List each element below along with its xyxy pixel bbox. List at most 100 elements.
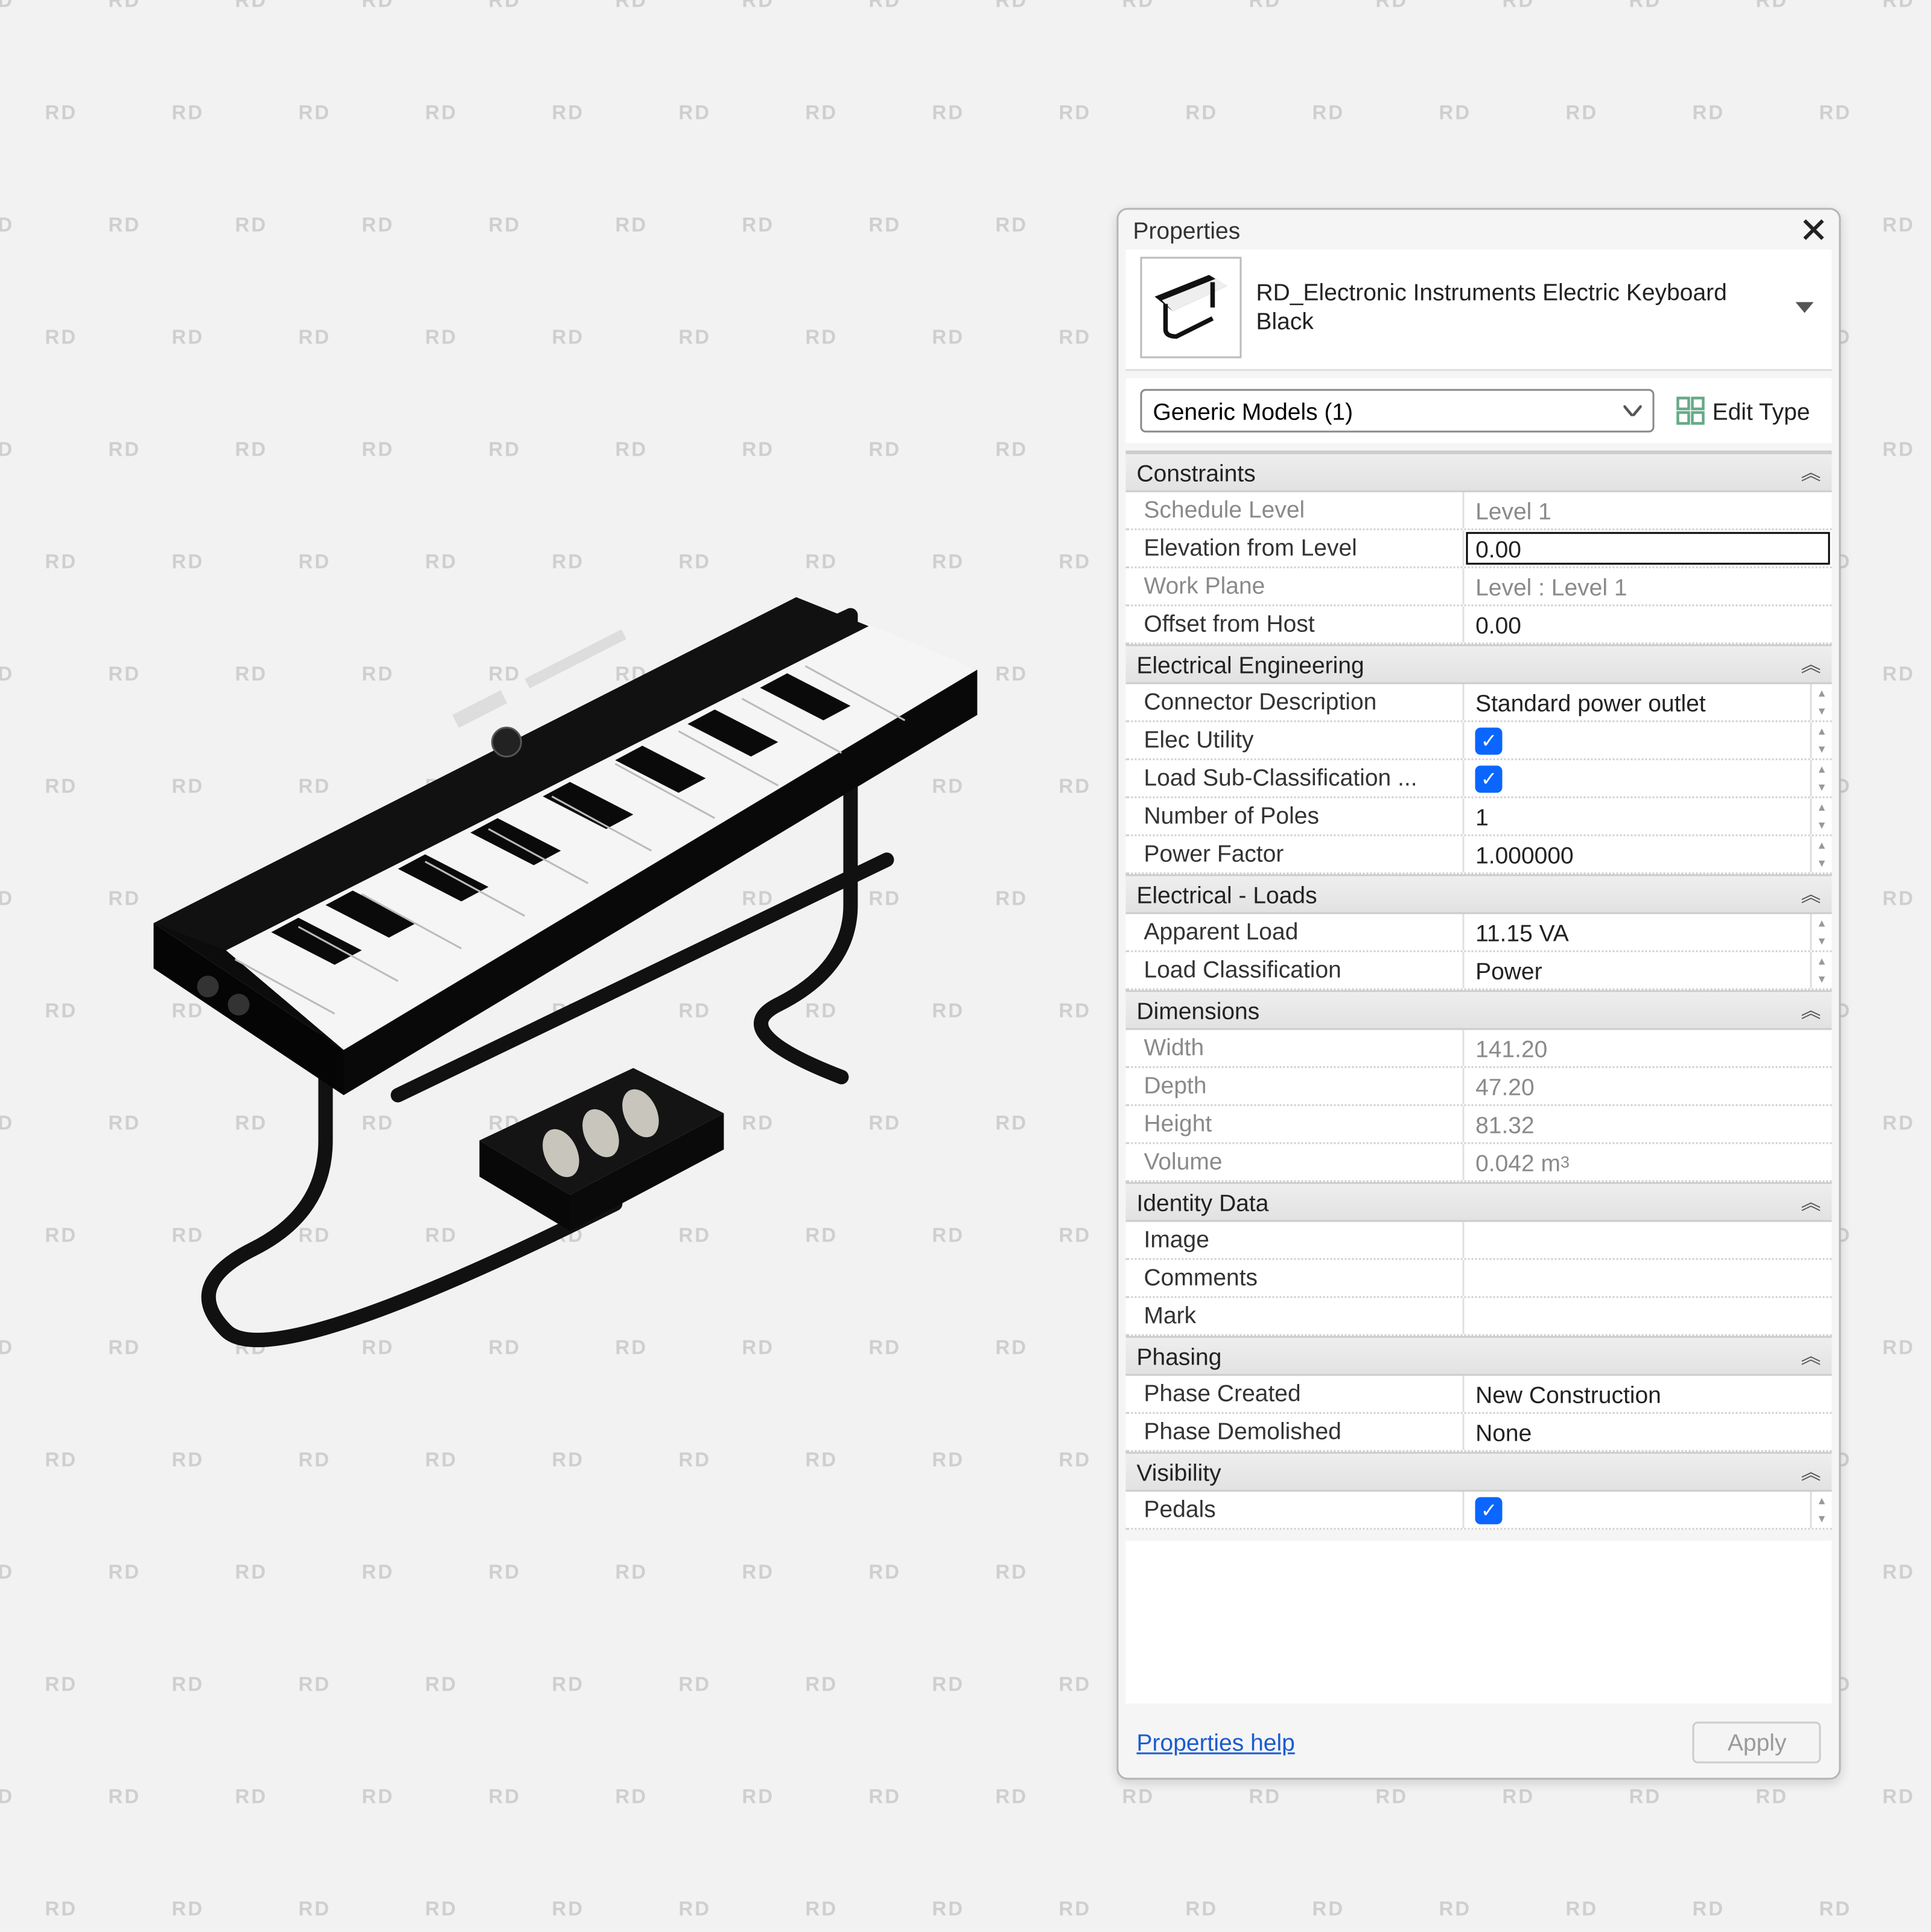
property-label: Work Plane — [1126, 569, 1465, 605]
property-checkbox-cell[interactable]: ✓ — [1465, 722, 1810, 759]
group-header[interactable]: Visibility︽ — [1126, 1452, 1832, 1492]
property-row: Image — [1126, 1222, 1832, 1260]
property-checkbox-cell[interactable]: ✓ — [1465, 760, 1810, 797]
apply-button[interactable]: Apply — [1693, 1722, 1821, 1764]
family-thumbnail — [1140, 257, 1242, 359]
property-row: Power Factor1.000000▴▾ — [1126, 837, 1832, 875]
property-row: Apparent Load11.15 VA▴▾ — [1126, 914, 1832, 952]
viewport: RDRDRDRDRDRDRDRDRDRDRDRDRDRDRDRDRDRDRDRD… — [0, 0, 1931, 1932]
property-value[interactable]: New Construction — [1465, 1376, 1831, 1412]
property-value[interactable]: Power — [1465, 952, 1810, 989]
spinner-control[interactable]: ▴▾ — [1810, 952, 1832, 989]
property-checkbox-cell[interactable]: ✓ — [1465, 1492, 1810, 1528]
property-label: Offset from Host — [1126, 607, 1465, 643]
collapse-icon: ︽ — [1801, 996, 1821, 1025]
collapse-icon: ︽ — [1801, 1458, 1821, 1487]
property-label: Height — [1126, 1106, 1465, 1143]
spinner-control[interactable]: ▴▾ — [1810, 684, 1832, 721]
property-label: Comments — [1126, 1260, 1465, 1296]
property-value[interactable]: 0.00 — [1465, 607, 1831, 643]
group-title: Electrical Engineering — [1137, 651, 1364, 678]
checkbox-checked-icon[interactable]: ✓ — [1475, 727, 1503, 754]
property-row: Connector DescriptionStandard power outl… — [1126, 684, 1832, 722]
property-value[interactable] — [1465, 1298, 1831, 1334]
edit-type-icon — [1676, 397, 1705, 426]
property-label: Connector Description — [1126, 684, 1465, 721]
property-grid: Constraints ︽ Schedule LevelLevel 1Elevati… — [1126, 451, 1832, 1530]
property-label: Schedule Level — [1126, 493, 1465, 529]
property-label: Volume — [1126, 1144, 1465, 1181]
chevron-down-icon — [1624, 406, 1642, 416]
property-value[interactable] — [1465, 1222, 1831, 1258]
property-label: Load Classification — [1126, 952, 1465, 989]
property-label: Depth — [1126, 1068, 1465, 1105]
property-value: 47.20 — [1465, 1068, 1831, 1105]
panel-empty-area — [1126, 1541, 1832, 1704]
group-title: Phasing — [1137, 1342, 1222, 1369]
property-row: Mark — [1126, 1298, 1832, 1336]
group-title: Dimensions — [1137, 996, 1260, 1024]
property-value[interactable]: None — [1465, 1414, 1831, 1450]
property-value: Level : Level 1 — [1465, 569, 1831, 605]
panel-bottom-bar: Properties help Apply — [1119, 1711, 1839, 1778]
spinner-control[interactable]: ▴▾ — [1810, 722, 1832, 759]
group-header[interactable]: Dimensions ︽ — [1126, 990, 1832, 1030]
family-dropdown-icon[interactable] — [1792, 295, 1818, 320]
property-label: Image — [1126, 1222, 1465, 1258]
property-row: Schedule LevelLevel 1 — [1126, 493, 1832, 531]
group-title: Constraints — [1137, 459, 1256, 486]
collapse-icon: ︽ — [1801, 1188, 1821, 1217]
instance-selector-row: Generic Models (1) Edit Type — [1126, 378, 1832, 444]
group-header[interactable]: Identity Data︽ — [1126, 1182, 1832, 1222]
property-row: Comments — [1126, 1260, 1832, 1298]
family-type-header[interactable]: RD_Electronic Instruments Electric Keybo… — [1126, 250, 1832, 371]
property-value[interactable] — [1465, 1260, 1831, 1296]
panel-titlebar[interactable]: Properties — [1119, 210, 1839, 250]
spinner-control[interactable]: ▴▾ — [1810, 799, 1832, 835]
group-header[interactable]: Electrical - Loads︽ — [1126, 875, 1832, 914]
property-value[interactable]: 1 — [1465, 799, 1810, 835]
collapse-icon: ︽ — [1801, 458, 1821, 487]
family-name: RD_Electronic Instruments Electric Keybo… — [1256, 278, 1778, 308]
property-row: Phase CreatedNew Construction — [1126, 1376, 1832, 1414]
model-preview-keyboard — [127, 543, 996, 1376]
property-value: 141.20 — [1465, 1030, 1831, 1066]
property-value[interactable]: Standard power outlet — [1465, 684, 1810, 721]
property-row: Phase DemolishedNone — [1126, 1414, 1832, 1452]
close-icon[interactable] — [1799, 215, 1828, 244]
property-value[interactable]: 1.000000 — [1465, 837, 1810, 873]
collapse-icon: ︽ — [1801, 1342, 1821, 1371]
collapse-icon: ︽ — [1801, 650, 1821, 679]
property-row: Load Sub-Classification ... ✓ ▴▾ — [1126, 760, 1832, 799]
group-header[interactable]: Constraints ︽ — [1126, 453, 1832, 493]
property-row: Height81.32 — [1126, 1106, 1832, 1144]
spinner-control[interactable]: ▴▾ — [1810, 760, 1832, 797]
group-header[interactable]: Electrical Engineering ︽ — [1126, 645, 1832, 684]
spinner-control[interactable]: ▴▾ — [1810, 1492, 1832, 1528]
property-label: Phase Created — [1126, 1376, 1465, 1412]
property-row: Elevation from Level0.00 — [1126, 531, 1832, 569]
property-value: 0.042 m3 — [1465, 1144, 1831, 1181]
spinner-control[interactable]: ▴▾ — [1810, 837, 1832, 873]
edit-type-label: Edit Type — [1713, 397, 1810, 424]
checkbox-checked-icon[interactable]: ✓ — [1475, 765, 1503, 792]
property-label: Apparent Load — [1126, 914, 1465, 951]
edit-type-button[interactable]: Edit Type — [1669, 393, 1818, 429]
spinner-control[interactable]: ▴▾ — [1810, 914, 1832, 951]
properties-help-link[interactable]: Properties help — [1137, 1729, 1295, 1756]
property-value: 81.32 — [1465, 1106, 1831, 1143]
group-header[interactable]: Phasing ︽ — [1126, 1336, 1832, 1376]
property-row: Work PlaneLevel : Level 1 — [1126, 569, 1832, 607]
property-label: Width — [1126, 1030, 1465, 1066]
property-row: Pedals ✓ ▴▾ — [1126, 1492, 1832, 1530]
property-row: Elec Utility✓▴▾ — [1126, 722, 1832, 760]
property-label: Load Sub-Classification ... — [1126, 760, 1465, 797]
property-label: Pedals — [1126, 1492, 1465, 1528]
property-value[interactable]: 11.15 VA — [1465, 914, 1810, 951]
checkbox-checked-icon[interactable]: ✓ — [1475, 1496, 1503, 1523]
instance-selector-combo[interactable]: Generic Models (1) — [1140, 389, 1655, 433]
property-row: Depth47.20 — [1126, 1068, 1832, 1106]
property-value[interactable]: 0.00 — [1466, 532, 1830, 565]
property-value: Level 1 — [1465, 493, 1831, 529]
instance-selector-value: Generic Models (1) — [1153, 397, 1354, 424]
